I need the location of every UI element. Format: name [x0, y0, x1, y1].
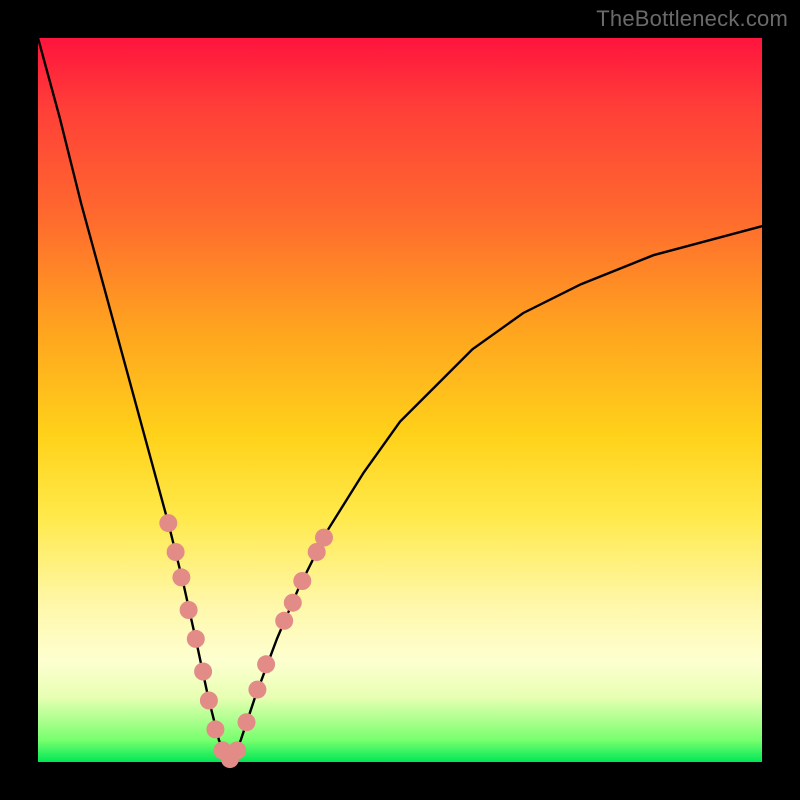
highlight-dot: [248, 681, 266, 699]
highlight-dot: [275, 612, 293, 630]
highlight-dot: [284, 594, 302, 612]
highlight-dot: [315, 529, 333, 547]
highlight-dot: [167, 543, 185, 561]
chart-frame: TheBottleneck.com: [0, 0, 800, 800]
watermark-text: TheBottleneck.com: [596, 6, 788, 32]
highlight-dot: [206, 720, 224, 738]
highlight-dot: [194, 663, 212, 681]
highlight-dot: [159, 514, 177, 532]
highlight-dot: [180, 601, 198, 619]
highlight-dot: [293, 572, 311, 590]
marker-group: [159, 514, 333, 768]
highlight-dot: [228, 741, 246, 759]
highlight-dot: [238, 713, 256, 731]
bottleneck-curve: [38, 38, 762, 762]
highlight-dot: [172, 568, 190, 586]
highlight-dot: [187, 630, 205, 648]
highlight-dot: [257, 655, 275, 673]
chart-svg: [38, 38, 762, 762]
highlight-dot: [200, 692, 218, 710]
